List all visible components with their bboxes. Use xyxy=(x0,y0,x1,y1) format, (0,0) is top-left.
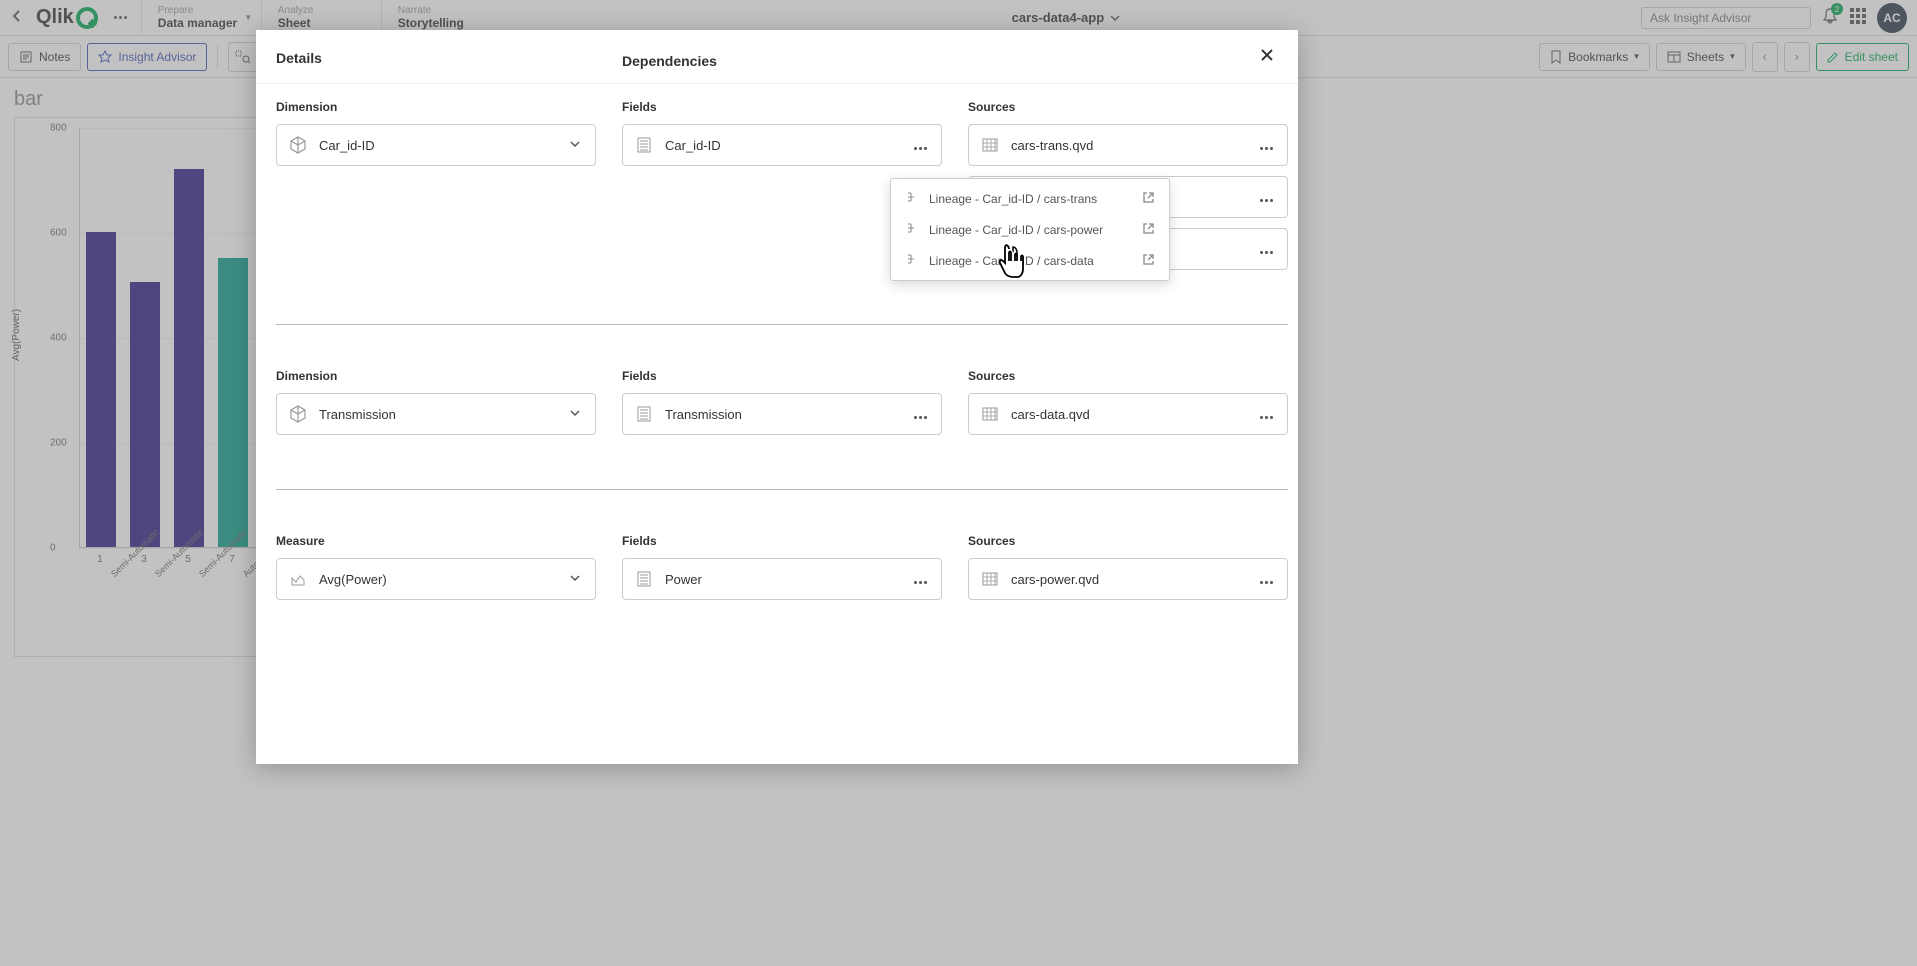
more-button[interactable] xyxy=(910,403,931,426)
expand-button[interactable] xyxy=(565,568,585,591)
cube-icon xyxy=(287,404,309,424)
open-external-icon[interactable] xyxy=(1142,191,1155,207)
lineage-menu-item[interactable]: Lineage - Car_id-ID / cars-trans xyxy=(891,183,1169,214)
field-value: Power xyxy=(665,572,900,587)
field-icon xyxy=(633,405,655,423)
field-value: Car_id-ID xyxy=(665,138,900,153)
source-card[interactable]: cars-data.qvd xyxy=(968,393,1288,435)
dimension-value: Transmission xyxy=(319,407,555,422)
dimension-label: Dimension xyxy=(276,100,596,114)
expand-button[interactable] xyxy=(565,403,585,426)
cube-icon xyxy=(287,135,309,155)
dimension-card[interactable]: Avg(Power) xyxy=(276,558,596,600)
field-card[interactable]: Transmission xyxy=(622,393,942,435)
field-card[interactable]: Power xyxy=(622,558,942,600)
source-value: cars-data.qvd xyxy=(1011,407,1246,422)
field-icon xyxy=(633,570,655,588)
lineage-text: Lineage - Car_id-ID / cars-power xyxy=(929,223,1132,237)
lineage-icon xyxy=(905,252,919,269)
dimension-label: Measure xyxy=(276,534,596,548)
field-value: Transmission xyxy=(665,407,900,422)
fields-label: Fields xyxy=(622,100,942,114)
dimension-value: Car_id-ID xyxy=(319,138,555,153)
lineage-menu-item[interactable]: Lineage - Car_id-ID / cars-power xyxy=(891,214,1169,245)
source-value: cars-trans.qvd xyxy=(1011,138,1246,153)
more-button[interactable] xyxy=(1256,186,1277,209)
more-button[interactable] xyxy=(1256,134,1277,157)
lineage-text: Lineage - Car_id-ID / cars-trans xyxy=(929,192,1132,206)
lineage-popover: Lineage - Car_id-ID / cars-trans Lineage … xyxy=(890,178,1170,281)
open-external-icon[interactable] xyxy=(1142,253,1155,269)
more-button[interactable] xyxy=(1256,403,1277,426)
measure-icon xyxy=(287,570,309,588)
table-icon xyxy=(979,405,1001,423)
field-card[interactable]: Car_id-ID xyxy=(622,124,942,166)
more-button[interactable] xyxy=(910,134,931,157)
details-modal: Details Dependencies DimensionCar_id-IDF… xyxy=(256,30,1298,764)
sources-label: Sources xyxy=(968,369,1288,383)
sources-label: Sources xyxy=(968,534,1288,548)
dimension-card[interactable]: Transmission xyxy=(276,393,596,435)
dimension-value: Avg(Power) xyxy=(319,572,555,587)
separator xyxy=(276,324,1288,325)
table-icon xyxy=(979,136,1001,154)
fields-label: Fields xyxy=(622,369,942,383)
fields-label: Fields xyxy=(622,534,942,548)
source-value: cars-power.qvd xyxy=(1011,572,1246,587)
lineage-text: Lineage - Car_id-ID / cars-data xyxy=(929,254,1132,268)
expand-button[interactable] xyxy=(565,134,585,157)
source-card[interactable]: cars-power.qvd xyxy=(968,558,1288,600)
dimension-label: Dimension xyxy=(276,369,596,383)
modal-subtitle: Dependencies xyxy=(256,53,1298,84)
separator xyxy=(276,489,1288,490)
dimension-card[interactable]: Car_id-ID xyxy=(276,124,596,166)
sources-label: Sources xyxy=(968,100,1288,114)
lineage-icon xyxy=(905,221,919,238)
field-icon xyxy=(633,136,655,154)
table-icon xyxy=(979,570,1001,588)
more-button[interactable] xyxy=(1256,568,1277,591)
lineage-icon xyxy=(905,190,919,207)
open-external-icon[interactable] xyxy=(1142,222,1155,238)
more-button[interactable] xyxy=(910,568,931,591)
lineage-menu-item[interactable]: Lineage - Car_id-ID / cars-data xyxy=(891,245,1169,276)
more-button[interactable] xyxy=(1256,238,1277,261)
source-card[interactable]: cars-trans.qvd xyxy=(968,124,1288,166)
